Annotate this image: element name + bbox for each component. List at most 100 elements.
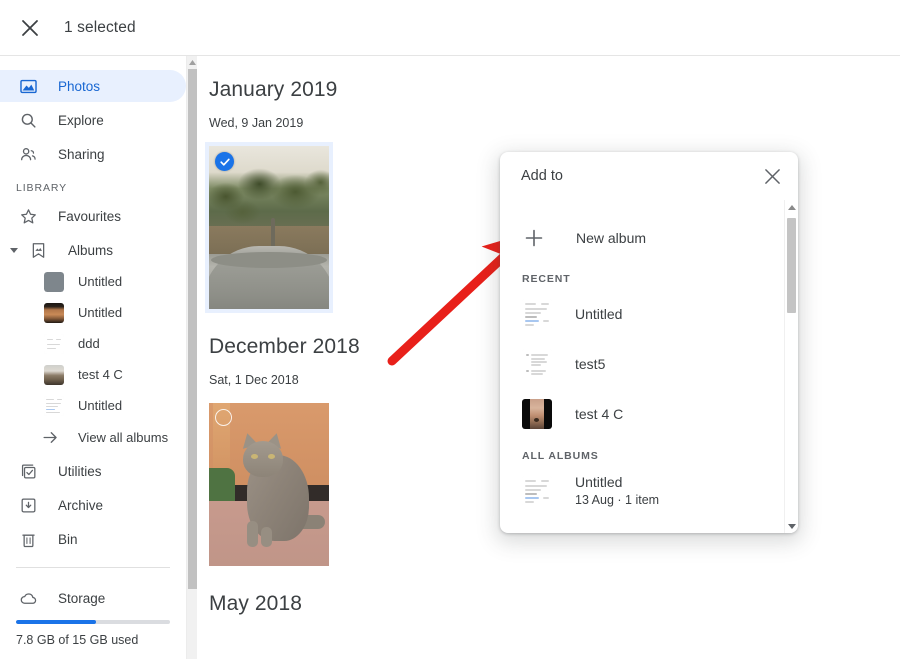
sidebar-item-photos-label: Photos: [58, 78, 101, 94]
dialog-title: Add to: [521, 168, 563, 184]
album-thumbnail: [522, 399, 552, 429]
sidebar-album-label: ddd: [78, 336, 100, 351]
grey-cat-photo[interactable]: [209, 403, 329, 566]
day-heading: Wed, 9 Jan 2019: [209, 116, 304, 130]
sidebar-item-archive-label: Archive: [58, 497, 104, 513]
album-option-title: test 4 C: [575, 406, 624, 422]
dialog-close-button[interactable]: [755, 159, 789, 193]
storage-usage-label: 7.8 GB of 15 GB used: [16, 633, 139, 647]
album-option-row[interactable]: Untitled: [500, 289, 784, 339]
album-option-text: test5: [575, 355, 605, 373]
album-thumbnail: [44, 364, 64, 385]
album-thumbnail: [44, 271, 64, 292]
album-option-row[interactable]: Untitled 13 Aug · 1 item: [500, 466, 784, 516]
selection-top-bar: 1 selected: [0, 0, 900, 56]
album-option-row[interactable]: test 4 C: [500, 389, 784, 439]
sidebar-album-label: Untitled: [78, 274, 123, 289]
sidebar-item-photos[interactable]: Photos: [0, 70, 186, 102]
sidebar-view-all-albums[interactable]: View all albums: [0, 421, 186, 453]
album-icon: [26, 238, 50, 262]
dialog-scrollbar[interactable]: [784, 200, 798, 533]
sidebar-item-utilities-label: Utilities: [58, 463, 102, 479]
library-section-label: LIBRARY: [16, 182, 68, 194]
google-photos-window: 1 selected Photos Explore Sharing LIBRAR…: [0, 0, 900, 659]
close-selection-button[interactable]: [10, 8, 50, 48]
all-albums-section-label: ALL ALBUMS: [522, 450, 599, 462]
sidebar-item-sharing-label: Sharing: [58, 146, 105, 162]
selection-count-label: 1 selected: [64, 18, 136, 36]
album-option-text: Untitled 13 Aug · 1 item: [575, 473, 659, 509]
new-album-button[interactable]: New album: [500, 214, 784, 262]
sidebar-item-albums[interactable]: Albums: [0, 234, 186, 266]
cloud-icon: [16, 586, 40, 610]
sidebar-album-item[interactable]: test 4 C: [0, 359, 186, 390]
sidebar-album-label: test 4 C: [78, 367, 123, 382]
dialog-body: New album RECENT Untitled test5 test 4 C…: [500, 200, 784, 533]
arrow-right-icon: [38, 425, 62, 449]
sidebar-scrollbar[interactable]: [186, 56, 197, 659]
sidebar-scrollbar-thumb[interactable]: [188, 69, 197, 589]
month-heading: January 2019: [209, 78, 338, 101]
sidebar-album-item[interactable]: Untitled: [0, 390, 186, 421]
sidebar-item-bin[interactable]: Bin: [0, 523, 186, 555]
album-option-row[interactable]: test5: [500, 339, 784, 389]
storage-progress-fill: [16, 620, 97, 624]
album-option-title: test5: [575, 356, 606, 372]
album-option-title: Untitled: [575, 474, 623, 490]
close-icon: [22, 19, 38, 36]
photo-cat-leg: [247, 521, 258, 547]
sidebar-album-item[interactable]: ddd: [0, 328, 186, 359]
album-option-title: Untitled: [575, 306, 623, 322]
photo-tile-selected[interactable]: [205, 142, 333, 313]
sidebar-item-storage[interactable]: Storage: [0, 582, 186, 614]
search-icon: [16, 108, 40, 132]
sidebar-album-label: Untitled: [78, 398, 123, 413]
album-thumbnail: [44, 395, 64, 416]
photo-selected-checkmark[interactable]: [215, 152, 234, 171]
utilities-icon: [16, 459, 40, 483]
caret-down-icon[interactable]: [6, 242, 22, 258]
sidebar-item-sharing[interactable]: Sharing: [0, 138, 186, 170]
sidebar: Photos Explore Sharing LIBRARY Favourite…: [0, 56, 186, 659]
scroll-down-arrow-icon[interactable]: [785, 519, 798, 533]
photo-cat-leg: [261, 527, 272, 547]
sidebar-divider: [16, 567, 170, 568]
sidebar-item-explore[interactable]: Explore: [0, 104, 186, 136]
photo-cat-eye: [268, 454, 275, 459]
new-album-label: New album: [576, 230, 647, 246]
scroll-up-arrow-icon[interactable]: [785, 200, 798, 214]
album-thumbnail: [522, 349, 552, 379]
sidebar-item-explore-label: Explore: [58, 112, 104, 128]
sidebar-album-item[interactable]: Untitled: [0, 266, 186, 297]
sidebar-album-item[interactable]: Untitled: [0, 297, 186, 328]
album-option-subtitle: 13 Aug · 1 item: [575, 493, 660, 507]
sidebar-item-archive[interactable]: Archive: [0, 489, 186, 521]
photo-cat-head: [243, 441, 283, 477]
photo-cat-eye: [251, 454, 258, 459]
sidebar-item-storage-label: Storage: [58, 590, 106, 606]
close-icon: [764, 168, 780, 184]
album-option-text: test 4 C: [575, 405, 623, 423]
sidebar-item-bin-label: Bin: [58, 531, 78, 547]
dialog-scrollbar-thumb[interactable]: [787, 218, 796, 313]
sidebar-view-all-albums-label: View all albums: [78, 429, 169, 445]
photo-select-checkbox[interactable]: [215, 409, 232, 426]
check-icon: [219, 158, 230, 166]
dialog-header: Add to: [500, 152, 798, 200]
sidebar-item-favourites[interactable]: Favourites: [0, 200, 186, 232]
photo-group-may-2018: May 2018: [197, 592, 900, 616]
add-to-album-dialog: Add to New album RECENT Untitled test5 t…: [500, 152, 798, 533]
star-icon: [16, 204, 40, 228]
recent-section-label: RECENT: [522, 273, 571, 285]
sidebar-item-favourites-label: Favourites: [58, 208, 122, 224]
sidebar-album-label: Untitled: [78, 305, 123, 320]
sidebar-item-utilities[interactable]: Utilities: [0, 455, 186, 487]
trash-icon: [16, 527, 40, 551]
photo-tank-layer: [209, 246, 329, 309]
sidebar-item-albums-label: Albums: [68, 242, 114, 258]
album-thumbnail: [522, 299, 552, 329]
people-icon: [16, 142, 40, 166]
photo-tile[interactable]: [205, 399, 333, 570]
album-thumbnail: [44, 333, 64, 354]
album-thumbnail: [522, 476, 552, 506]
